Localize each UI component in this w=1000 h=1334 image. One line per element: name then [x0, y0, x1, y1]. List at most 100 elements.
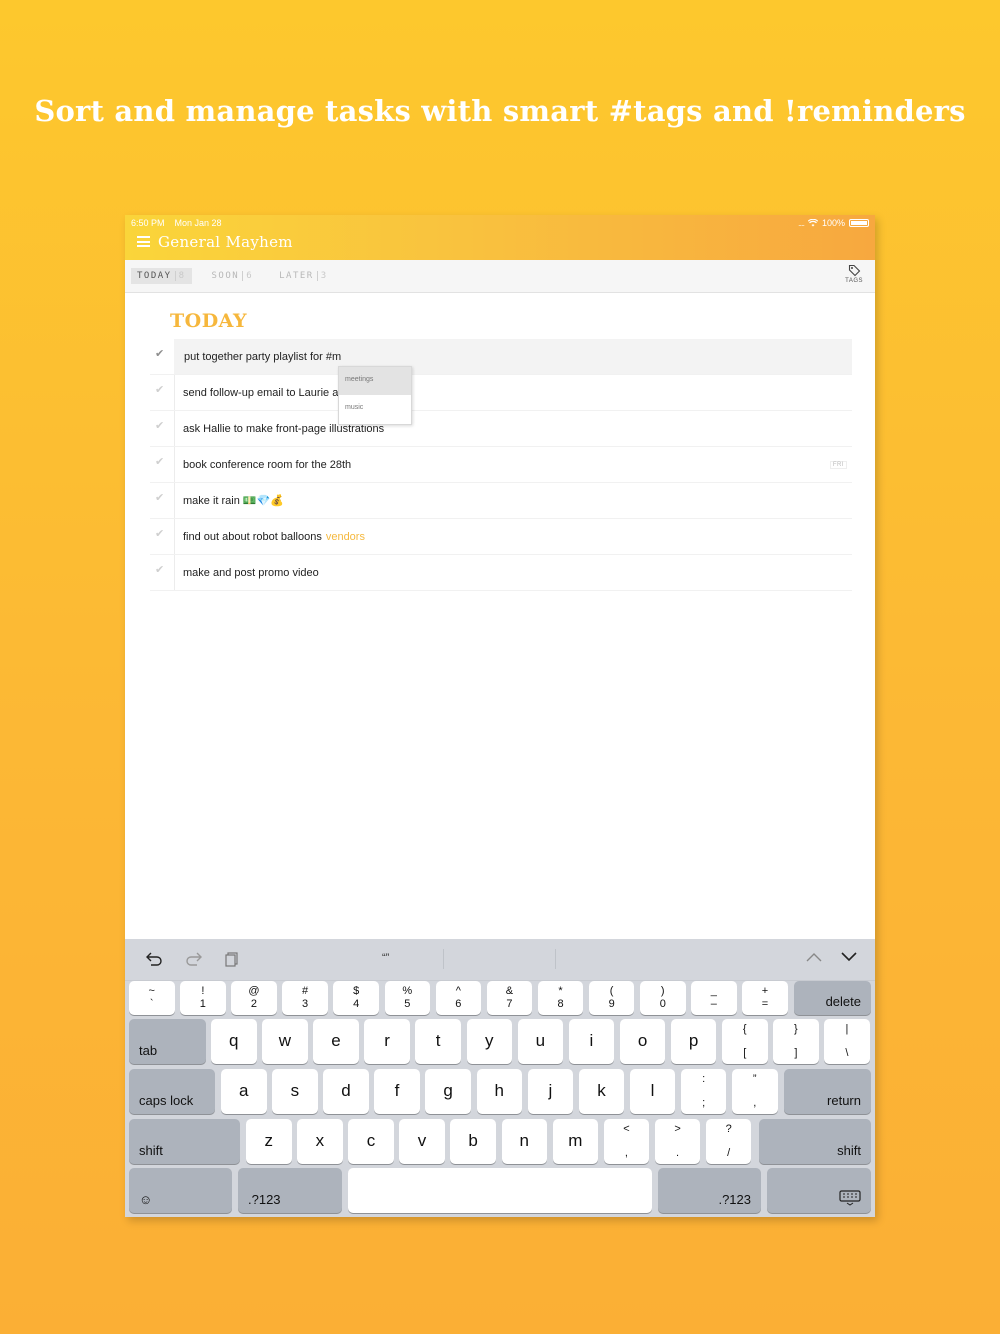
undo-icon[interactable]	[145, 951, 163, 967]
checkmark-icon[interactable]: ✔	[155, 419, 167, 432]
key-t[interactable]: t	[415, 1019, 461, 1064]
key-s[interactable]: s	[272, 1069, 318, 1114]
key-n[interactable]: n	[501, 1119, 547, 1164]
suggestion-meetings[interactable]: meetings	[339, 367, 411, 395]
key-2[interactable]: @2	[231, 981, 277, 1015]
task-row[interactable]: ✔ send follow-up email to Laurie a	[150, 375, 852, 411]
chevron-down-icon[interactable]	[840, 951, 858, 963]
key-label: p	[688, 1031, 699, 1050]
key-y[interactable]: y	[466, 1019, 512, 1064]
shift-right-key[interactable]: shift	[759, 1119, 871, 1164]
key-x[interactable]: x	[297, 1119, 343, 1164]
key-=[interactable]: + =	[742, 981, 788, 1015]
key-w[interactable]: w	[262, 1019, 308, 1064]
tab-soon[interactable]: SOON 6	[206, 268, 260, 284]
task-row[interactable]: ✔ make and post promo video	[150, 555, 852, 591]
task-text-cell[interactable]: book conference room for the 28th	[174, 447, 852, 482]
tab-key[interactable]: tab	[129, 1019, 206, 1064]
key-`[interactable]: ~ `	[129, 981, 175, 1015]
key-shift-label: }	[794, 1023, 798, 1035]
key-f[interactable]: f	[374, 1069, 420, 1114]
tags-button[interactable]: TAGS	[845, 264, 863, 284]
key-p[interactable]: p	[670, 1019, 717, 1064]
key-;[interactable]: :;	[680, 1069, 727, 1114]
key-g[interactable]: g	[425, 1069, 471, 1114]
numbers-right-key[interactable]: .?123	[658, 1168, 761, 1213]
task-row[interactable]: ✔ find out about robot balloons vendors	[150, 519, 852, 555]
emoji-key[interactable]: ☺	[129, 1168, 232, 1213]
checkmark-icon[interactable]: ✔	[155, 563, 167, 576]
task-row[interactable]: ✔ make it rain 💵💎💰	[150, 483, 852, 519]
checkmark-icon[interactable]: ✔	[155, 383, 167, 396]
list-title[interactable]: General Mayhem	[158, 233, 293, 251]
tab-today[interactable]: TODAY 8	[131, 268, 192, 284]
task-input[interactable]: put together party playlist for #m	[174, 339, 852, 374]
key-shift-label: !	[201, 985, 205, 997]
key-label: c	[366, 1131, 376, 1150]
shift-left-key[interactable]: shift	[129, 1119, 240, 1164]
key-e[interactable]: e	[313, 1019, 359, 1064]
key-z[interactable]: z	[246, 1119, 292, 1164]
key-4[interactable]: $4	[333, 981, 379, 1015]
suggestion-music[interactable]: music	[339, 395, 411, 423]
key-j[interactable]: j	[527, 1069, 574, 1114]
key-8[interactable]: * 8	[537, 981, 584, 1015]
key-m[interactable]: m	[552, 1119, 599, 1164]
key-9[interactable]: (9	[588, 981, 635, 1015]
space-key[interactable]	[348, 1168, 652, 1213]
tab-later[interactable]: LATER 3	[273, 268, 334, 284]
key-b[interactable]: b	[450, 1119, 496, 1164]
return-key[interactable]: return	[784, 1069, 871, 1114]
task-text-cell[interactable]: send follow-up email to Laurie a	[174, 375, 852, 410]
key-.[interactable]: >.	[654, 1119, 701, 1164]
key-o[interactable]: o	[619, 1019, 666, 1064]
key-7[interactable]: & 7	[486, 981, 533, 1015]
key-r[interactable]: r	[364, 1019, 410, 1064]
hamburger-icon[interactable]	[137, 236, 150, 247]
quote-suggestion[interactable]: “”	[382, 952, 389, 964]
checkmark-icon[interactable]: ✔	[155, 527, 167, 540]
key-d[interactable]: d	[323, 1069, 369, 1114]
caps-lock-key[interactable]: caps lock	[129, 1069, 215, 1114]
key-q[interactable]: q	[211, 1019, 257, 1064]
key-,[interactable]: ”,	[732, 1069, 778, 1114]
key-,[interactable]: <,	[603, 1119, 650, 1164]
key-/[interactable]: ? /	[705, 1119, 752, 1164]
task-text-cell[interactable]: find out about robot balloons vendors	[174, 519, 852, 554]
redo-icon[interactable]	[185, 951, 203, 967]
task-row[interactable]: ✔ ask Hallie to make front-page illustra…	[150, 411, 852, 447]
task-text-cell[interactable]: make it rain 💵💎💰	[174, 483, 852, 518]
key-a[interactable]: a	[221, 1069, 267, 1114]
key-v[interactable]: v	[399, 1119, 445, 1164]
numbers-left-key[interactable]: .?123	[238, 1168, 342, 1213]
key-u[interactable]: u	[517, 1019, 564, 1064]
key-1[interactable]: ! 1	[180, 981, 226, 1015]
key-–[interactable]: _ –	[691, 981, 737, 1015]
key-k[interactable]: k	[578, 1069, 625, 1114]
checkmark-icon[interactable]: ✔	[155, 347, 167, 360]
key-l[interactable]: l	[629, 1069, 676, 1114]
checkmark-icon[interactable]: ✔	[155, 455, 167, 468]
paste-icon[interactable]	[225, 951, 239, 967]
key-3[interactable]: #3	[282, 981, 328, 1015]
keyboard-toolbar: “”	[125, 939, 875, 981]
task-row[interactable]: ✔ put together party playlist for #m	[150, 339, 852, 375]
key-[[interactable]: {[	[722, 1019, 768, 1064]
key-6[interactable]: ^ 6	[435, 981, 482, 1015]
checkmark-icon[interactable]: ✔	[155, 491, 167, 504]
chevron-up-icon[interactable]	[805, 951, 823, 963]
delete-key[interactable]: delete	[794, 981, 871, 1015]
tab-soon-count: 6	[242, 271, 254, 281]
task-row[interactable]: ✔ book conference room for the 28th FRI	[150, 447, 852, 483]
key-\[interactable]: | \	[824, 1019, 870, 1064]
key-][interactable]: }]	[773, 1019, 819, 1064]
dismiss-keyboard-key[interactable]	[767, 1168, 871, 1213]
task-text-cell[interactable]: ask Hallie to make front-page illustrati…	[174, 411, 852, 446]
key-i[interactable]: i	[568, 1019, 615, 1064]
key-5[interactable]: % 5	[384, 981, 430, 1015]
task-tag[interactable]: vendors	[326, 531, 365, 543]
key-c[interactable]: c	[348, 1119, 394, 1164]
key-h[interactable]: h	[476, 1069, 522, 1114]
key-0[interactable]: ) 0	[640, 981, 686, 1015]
task-text-cell[interactable]: make and post promo video	[174, 555, 852, 590]
